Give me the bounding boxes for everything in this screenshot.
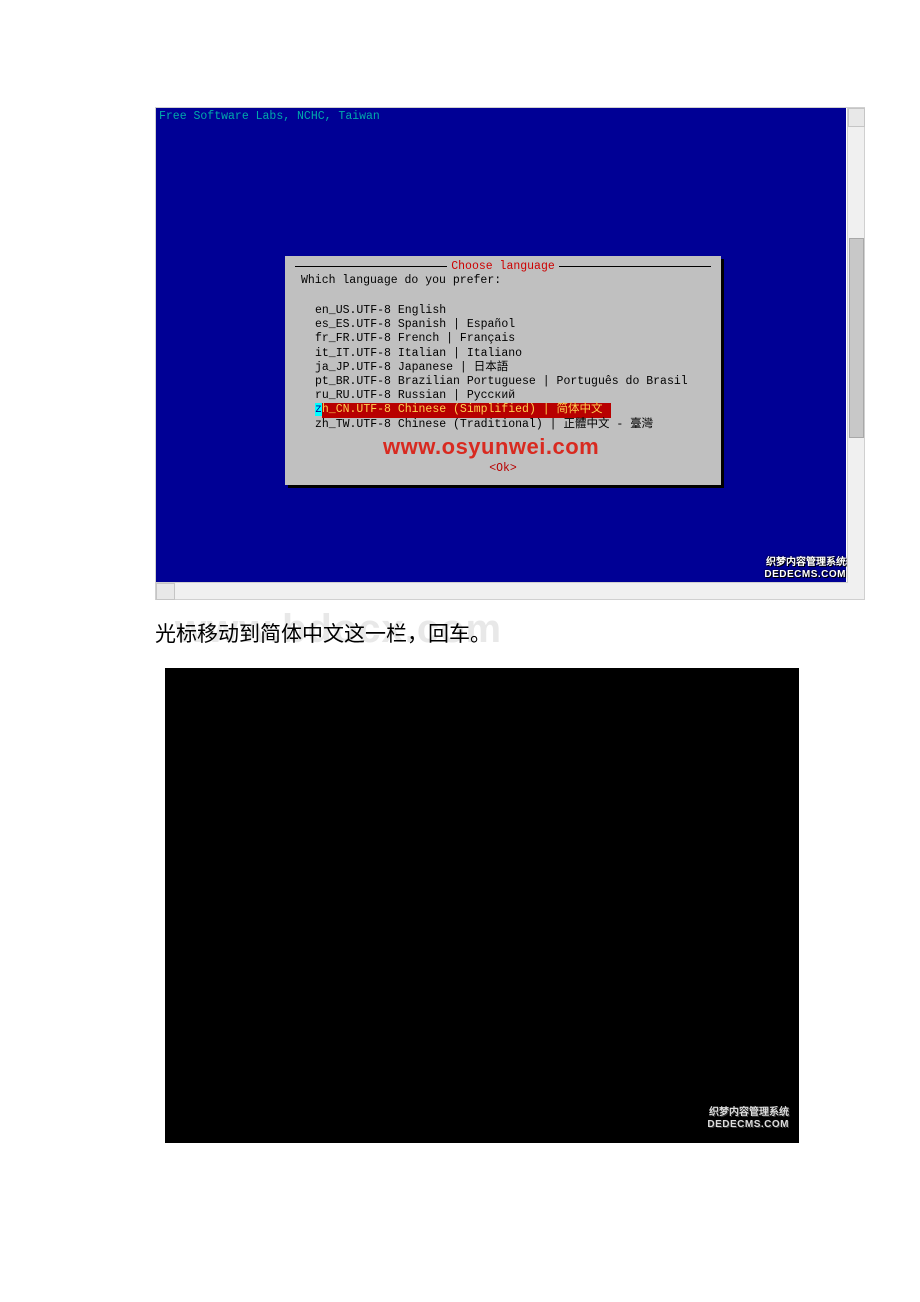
dedecms-badge: 织梦内容管理系统 DEDECMS.COM: [707, 1107, 789, 1131]
watermark-text: www.osyunwei.com: [383, 434, 599, 460]
horizontal-scrollbar[interactable]: [156, 582, 848, 599]
dialog-title: Choose language: [447, 260, 559, 273]
list-item[interactable]: ja_JP.UTF-8 Japanese | 日本語: [315, 361, 688, 375]
list-item[interactable]: fr_FR.UTF-8 French | Français: [315, 332, 688, 346]
scrollbar-thumb[interactable]: [849, 238, 864, 438]
terminal-screen: Free Software Labs, NCHC, Taiwan Choose …: [156, 108, 846, 597]
black-screen: 织梦内容管理系统 DEDECMS.COM: [165, 668, 799, 1143]
choose-language-dialog: Choose language Which language do you pr…: [285, 256, 721, 485]
ok-button[interactable]: <Ok>: [285, 462, 721, 475]
terminal-header: Free Software Labs, NCHC, Taiwan: [159, 110, 380, 123]
language-list[interactable]: en_US.UTF-8 English es_ES.UTF-8 Spanish …: [315, 304, 688, 432]
dialog-titlebar: Choose language: [295, 260, 711, 273]
vertical-scrollbar[interactable]: [847, 108, 864, 599]
badge-en-text: DEDECMS.COM: [707, 1119, 789, 1131]
badge-cn-text: 织梦内容管理系统: [707, 1107, 789, 1119]
dialog-prompt: Which language do you prefer:: [301, 274, 501, 287]
instruction-text: 光标移动到简体中文这一栏，回车。: [155, 618, 491, 648]
list-item[interactable]: ru_RU.UTF-8 Russian | Русский: [315, 389, 688, 403]
list-item[interactable]: pt_BR.UTF-8 Brazilian Portuguese | Portu…: [315, 375, 688, 389]
badge-en-text: DEDECMS.COM: [764, 569, 846, 581]
list-item[interactable]: zh_TW.UTF-8 Chinese (Traditional) | 正體中文…: [315, 418, 688, 432]
list-item[interactable]: es_ES.UTF-8 Spanish | Español: [315, 318, 688, 332]
list-item-selected[interactable]: zh_CN.UTF-8 Chinese (Simplified) | 简体中文: [315, 403, 688, 417]
list-item[interactable]: en_US.UTF-8 English: [315, 304, 688, 318]
badge-cn-text: 织梦内容管理系统: [764, 557, 846, 569]
dedecms-badge: 织梦内容管理系统 DEDECMS.COM: [764, 557, 846, 581]
list-item[interactable]: it_IT.UTF-8 Italian | Italiano: [315, 347, 688, 361]
clonezilla-screenshot: Free Software Labs, NCHC, Taiwan Choose …: [155, 107, 865, 600]
